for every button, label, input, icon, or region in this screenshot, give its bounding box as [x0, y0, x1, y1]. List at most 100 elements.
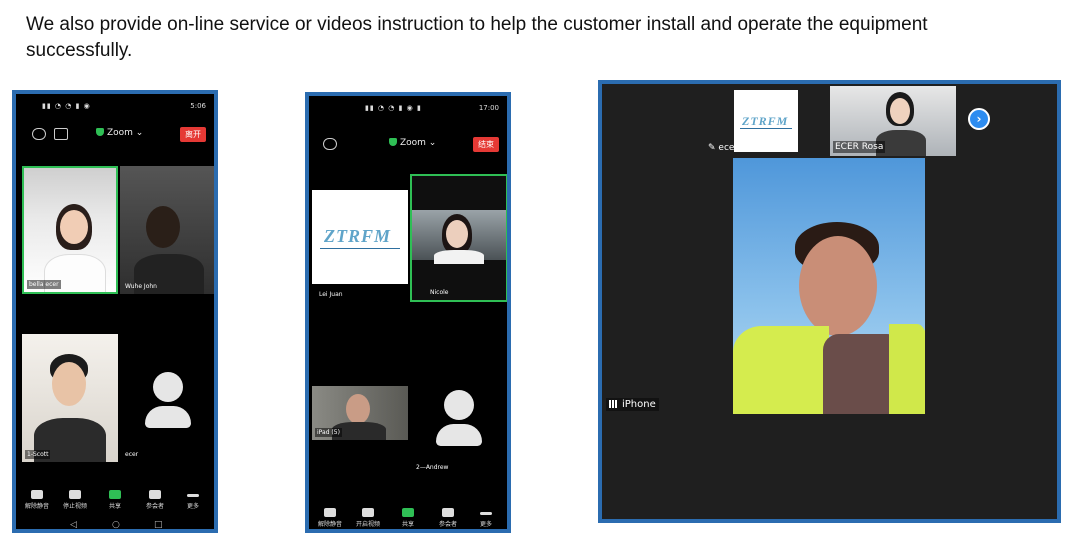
meeting-topbar: Zoom ⌄ 离开: [16, 126, 214, 146]
headset-icon[interactable]: [323, 138, 337, 150]
status-icons: ▮▮ ◔ ◔ ▮ ◉: [42, 102, 91, 110]
next-page-button[interactable]: ›: [968, 108, 990, 130]
status-bar: ▮▮ ◔ ◔ ▮ ◉ 5:06: [16, 94, 214, 116]
tool-button[interactable]: 开启视频: [351, 508, 385, 528]
logo-text: ZTRFM: [742, 114, 789, 128]
shield-icon: [96, 128, 104, 136]
participant-name: ECER Rosa: [833, 141, 886, 153]
participant-name: Wuhe John: [125, 283, 157, 290]
participant-name: ecer: [125, 451, 139, 458]
avatar-body: [436, 424, 482, 446]
video-tile[interactable]: iPad (5): [312, 386, 408, 440]
participant-name-text: ecer: [718, 143, 739, 153]
status-bar: ▮▮ ◔ ◔ ▮ ◉ ▮ 17:00: [309, 96, 507, 118]
leave-button[interactable]: 离开: [180, 127, 206, 142]
participant-name: iPad (5): [315, 428, 342, 437]
status-icons: ▮▮ ◔ ◔ ▮ ◉ ▮: [365, 104, 422, 112]
recents-icon[interactable]: □: [154, 520, 163, 529]
tool-button[interactable]: 解除静音: [20, 490, 54, 510]
participants-icon: [149, 490, 161, 499]
camera-switch-icon[interactable]: [54, 128, 68, 140]
video-call-panel: ZTRFM ✎ ecer ECER Rosa › iPhone: [598, 80, 1061, 523]
torso-shape: [434, 250, 484, 264]
end-button[interactable]: 结束: [473, 137, 499, 152]
phone-screen-1: ▮▮ ◔ ◔ ▮ ◉ 5:06 Zoom ⌄ 离开 bella ecer Wuh…: [12, 90, 218, 533]
meeting-toolbar: 解除静音 停止视频 共享 参会者 更多: [16, 490, 214, 520]
tool-label: 停止视频: [62, 503, 87, 510]
share-icon: [402, 508, 414, 517]
video-tile[interactable]: ZTRFM: [734, 90, 798, 152]
tool-button[interactable]: 更多: [469, 508, 503, 528]
meeting-topbar: Zoom ⌄ 结束: [309, 136, 507, 156]
avatar-head: [153, 372, 183, 402]
face-shape: [799, 236, 877, 336]
tool-label: 解除静音: [24, 503, 49, 510]
tool-label: 参会者: [145, 503, 164, 510]
shield-icon: [389, 138, 397, 146]
participant-name: Nicole: [430, 289, 449, 296]
video-tile[interactable]: Wuhe John: [120, 166, 214, 294]
tool-label: 参会者: [438, 521, 457, 528]
zoom-label: Zoom ⌄: [107, 128, 144, 138]
tool-button[interactable]: 更多: [176, 490, 210, 510]
video-tile[interactable]: 1-Scott: [22, 334, 118, 462]
home-icon[interactable]: ○: [112, 520, 120, 529]
tool-label: 开启视频: [355, 521, 380, 528]
main-video-tile[interactable]: [733, 158, 925, 414]
participant-name: bella ecer: [27, 280, 61, 289]
avatar-head: [444, 390, 474, 420]
back-icon[interactable]: ◁: [70, 520, 77, 529]
face-shape: [446, 220, 468, 248]
face-shape: [60, 210, 88, 244]
video-off-icon: [362, 508, 374, 517]
tool-button[interactable]: 参会者: [138, 490, 172, 510]
face-shape: [346, 394, 370, 424]
more-icon: [187, 494, 199, 497]
ztrfm-logo: ZTRFM: [312, 190, 408, 284]
tool-button[interactable]: 停止视频: [58, 490, 92, 510]
signal-icon: [609, 400, 619, 408]
status-time: 17:00: [478, 104, 499, 112]
video-tile[interactable]: bella ecer: [22, 166, 118, 294]
zoom-label: Zoom ⌄: [400, 138, 437, 148]
face-shape: [52, 362, 86, 406]
video-tile[interactable]: 2—Andrew: [410, 374, 507, 474]
tool-label: 更多: [479, 521, 492, 528]
participants-icon: [442, 508, 454, 517]
tool-label: 更多: [186, 503, 199, 510]
participant-name: 1-Scott: [25, 450, 51, 459]
ztrfm-logo: ZTRFM: [734, 90, 798, 152]
face-shape: [890, 98, 910, 124]
share-icon: [109, 490, 121, 499]
main-participant-label: iPhone: [606, 398, 659, 411]
tool-label: 共享: [401, 521, 414, 528]
tool-label: 共享: [108, 503, 121, 510]
video-icon: [69, 490, 81, 499]
vest-left: [733, 326, 829, 414]
tool-button[interactable]: 共享: [98, 490, 132, 510]
participant-name: 2—Andrew: [416, 464, 449, 471]
logo-line: [320, 248, 400, 249]
zoom-menu[interactable]: Zoom ⌄: [389, 138, 436, 148]
tool-button[interactable]: 共享: [391, 508, 425, 528]
video-tile[interactable]: Nicole: [410, 174, 507, 302]
meeting-toolbar: 解除静音 开启视频 共享 参会者 更多: [309, 508, 507, 529]
vest-right: [889, 324, 925, 414]
caption-text: We also provide on-line service or video…: [26, 14, 928, 61]
face-shape: [146, 206, 180, 248]
video-tile[interactable]: ecer: [120, 334, 214, 462]
main-participant-name: iPhone: [622, 399, 656, 410]
video-tile[interactable]: ECER Rosa: [830, 86, 956, 156]
participant-name: Lei Juan: [319, 291, 343, 298]
headset-icon[interactable]: [32, 128, 46, 140]
video-tile[interactable]: ZTRFM: [312, 190, 408, 284]
zoom-menu[interactable]: Zoom ⌄: [96, 128, 143, 138]
tool-button[interactable]: 解除静音: [313, 508, 347, 528]
phone-screen-2: ▮▮ ◔ ◔ ▮ ◉ ▮ 17:00 Zoom ⌄ 结束 ZTRFM Lei J…: [305, 92, 511, 533]
mic-off-icon: [324, 508, 336, 517]
mic-off-icon: [31, 490, 43, 499]
tool-button[interactable]: 参会者: [431, 508, 465, 528]
avatar-body: [145, 406, 191, 428]
tool-label: 解除静音: [317, 521, 342, 528]
more-icon: [480, 512, 492, 515]
